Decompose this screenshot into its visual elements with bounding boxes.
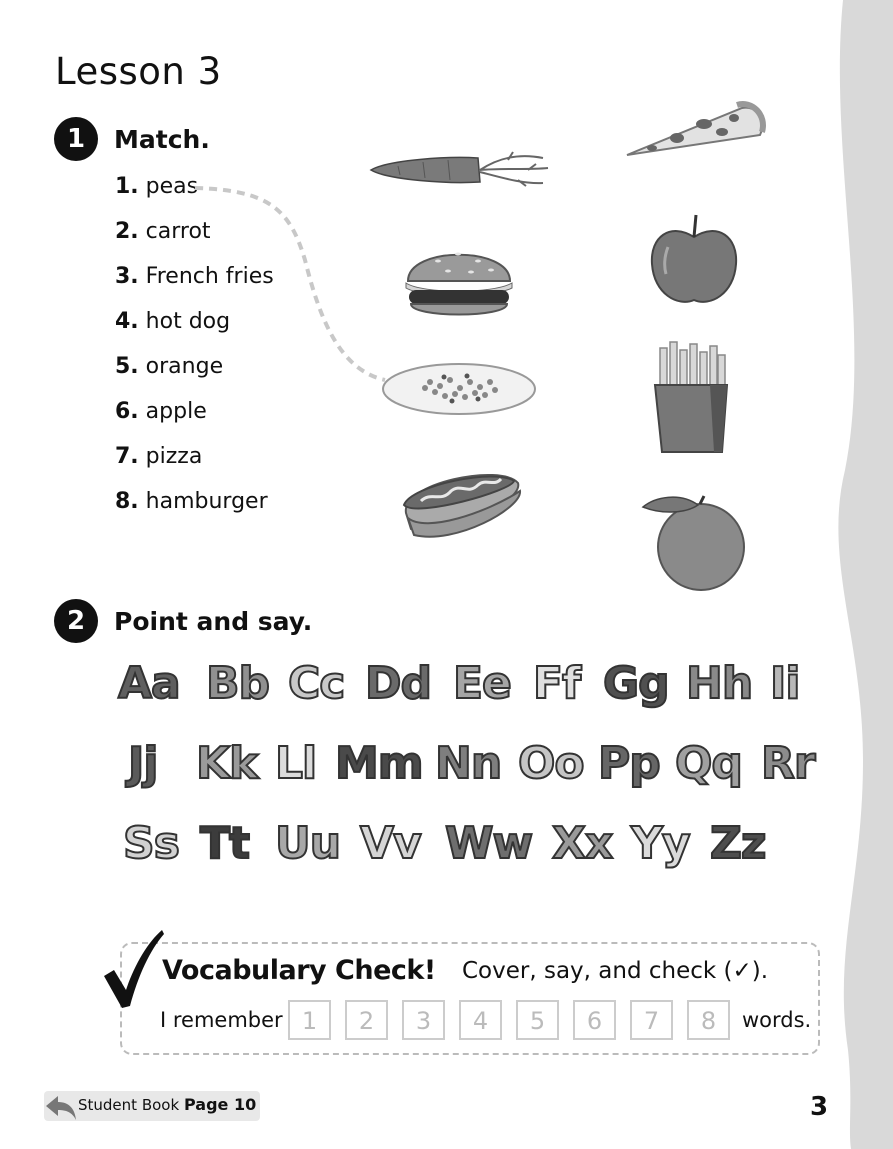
letter-pair[interactable]: Ee — [452, 657, 513, 710]
pizza-illustration[interactable] — [622, 100, 767, 168]
count-box-3[interactable]: 3 — [402, 1000, 445, 1040]
count-box-6[interactable]: 6 — [573, 1000, 616, 1040]
orange-illustration[interactable] — [640, 492, 748, 592]
page-number: 3 — [810, 1092, 829, 1122]
words-label: words. — [742, 1008, 812, 1032]
letter-pair[interactable]: Dd — [364, 657, 433, 710]
letter-pair[interactable]: Oo — [517, 737, 586, 790]
letter-pair[interactable]: Aa — [117, 657, 182, 710]
letter-pair[interactable]: Cc — [287, 657, 346, 710]
alphabet-row-3: Ss Tt Uu Vv Ww Xx Yy Zz — [118, 817, 838, 878]
letter-pair[interactable]: Tt — [199, 817, 251, 870]
example-match-line — [194, 186, 386, 382]
remember-label: I remember — [160, 1008, 283, 1032]
letter-pair[interactable]: Qq — [674, 737, 744, 790]
letter-pair[interactable]: Zz — [709, 817, 767, 870]
letter-pair[interactable]: Bb — [205, 657, 271, 710]
french-fries-illustration[interactable] — [652, 340, 734, 456]
letter-pair[interactable]: Ll — [274, 737, 318, 790]
back-arrow-icon — [46, 1096, 76, 1120]
vocabulary-check-instruction: Cover, say, and check (✓). — [462, 958, 769, 984]
letter-pair[interactable]: Xx — [551, 817, 614, 870]
check-mark-icon — [104, 930, 164, 1008]
section-1-heading: Match. — [114, 125, 210, 154]
letter-pair[interactable]: Uu — [274, 817, 342, 870]
letter-pair[interactable]: Ff — [532, 657, 582, 710]
count-box-1[interactable]: 1 — [288, 1000, 331, 1040]
section-2-heading: Point and say. — [114, 607, 313, 636]
count-box-7[interactable]: 7 — [630, 1000, 673, 1040]
hamburger-illustration[interactable] — [403, 236, 515, 326]
count-box-2[interactable]: 2 — [345, 1000, 388, 1040]
letter-pair[interactable]: Gg — [602, 657, 671, 710]
letter-pair[interactable]: Ww — [444, 817, 534, 870]
list-item: 8. hamburger — [115, 489, 268, 514]
page-edge-decoration — [838, 0, 893, 1149]
letter-pair[interactable]: Mm — [334, 737, 425, 790]
peas-illustration[interactable] — [380, 360, 538, 418]
list-item: 6. apple — [115, 399, 207, 424]
section-2-number: 2 — [54, 599, 98, 643]
count-box-4[interactable]: 4 — [459, 1000, 502, 1040]
letter-pair[interactable]: Vv — [359, 817, 423, 870]
vocabulary-check-title: Vocabulary Check! — [162, 955, 436, 986]
letter-pair[interactable]: Pp — [597, 737, 662, 790]
letter-pair[interactable]: Ss — [122, 817, 181, 870]
alphabet-row-1: Aa Bb Cc Dd Ee Ff Gg Hh Ii — [117, 657, 838, 718]
letter-pair[interactable]: Ii — [769, 657, 802, 710]
letter-pair[interactable]: Nn — [434, 737, 503, 790]
count-box-8[interactable]: 8 — [687, 1000, 730, 1040]
student-book-page: Page 10 — [184, 1095, 257, 1114]
lesson-title: Lesson 3 — [55, 50, 222, 93]
letter-pair[interactable]: Yy — [630, 817, 692, 870]
student-book-label: Student Book — [78, 1096, 180, 1114]
hot-dog-illustration[interactable] — [396, 463, 524, 543]
alphabet-row-2: Jj Kk Ll Mm Nn Oo Pp Qq Rr — [118, 737, 838, 798]
carrot-illustration[interactable] — [368, 148, 553, 193]
letter-pair[interactable]: Hh — [685, 657, 754, 710]
list-item: 7. pizza — [115, 444, 203, 469]
section-1-number: 1 — [54, 117, 98, 161]
count-box-5[interactable]: 5 — [516, 1000, 559, 1040]
letter-pair[interactable]: Kk — [195, 737, 259, 790]
letter-pair[interactable]: Rr — [760, 737, 817, 790]
apple-illustration[interactable] — [650, 212, 738, 307]
letter-pair[interactable]: Jj — [127, 737, 160, 790]
